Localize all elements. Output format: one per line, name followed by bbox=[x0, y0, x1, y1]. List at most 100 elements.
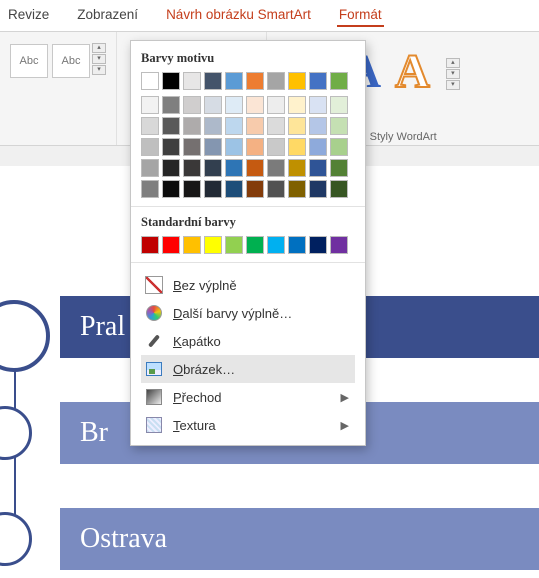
color-swatch[interactable] bbox=[246, 72, 264, 90]
color-swatch[interactable] bbox=[183, 159, 201, 177]
color-swatch[interactable] bbox=[183, 96, 201, 114]
color-swatch[interactable] bbox=[162, 159, 180, 177]
color-swatch[interactable] bbox=[330, 180, 348, 198]
color-swatch[interactable] bbox=[183, 138, 201, 156]
color-swatch[interactable] bbox=[267, 159, 285, 177]
color-swatch[interactable] bbox=[288, 117, 306, 135]
color-swatch[interactable] bbox=[246, 236, 264, 254]
color-swatch[interactable] bbox=[141, 138, 159, 156]
no-fill-icon bbox=[145, 276, 163, 294]
color-swatch[interactable] bbox=[141, 117, 159, 135]
color-swatch[interactable] bbox=[330, 72, 348, 90]
tab-revize[interactable]: Revize bbox=[6, 4, 51, 27]
color-swatch[interactable] bbox=[162, 96, 180, 114]
menu-more-fill-colors[interactable]: Další barvy výplně… bbox=[141, 299, 355, 327]
color-swatch[interactable] bbox=[288, 138, 306, 156]
tab-zobrazeni[interactable]: Zobrazení bbox=[75, 4, 140, 27]
color-swatch[interactable] bbox=[162, 180, 180, 198]
smartart-node[interactable]: Ostrava bbox=[60, 508, 539, 570]
color-swatch[interactable] bbox=[267, 72, 285, 90]
color-swatch[interactable] bbox=[141, 96, 159, 114]
color-swatch[interactable] bbox=[204, 117, 222, 135]
menu-gradient[interactable]: Přechod ▶ bbox=[141, 383, 355, 411]
wordart-preset-orange-outline[interactable]: A bbox=[395, 44, 430, 99]
color-swatch[interactable] bbox=[288, 180, 306, 198]
color-swatch[interactable] bbox=[309, 159, 327, 177]
color-swatch[interactable] bbox=[183, 180, 201, 198]
color-swatch[interactable] bbox=[141, 236, 159, 254]
color-swatch[interactable] bbox=[267, 96, 285, 114]
smartart-bullet[interactable] bbox=[0, 300, 50, 372]
menu-label: Přechod bbox=[173, 390, 221, 405]
wordart-gallery-spinner[interactable]: ▴▾▾ bbox=[446, 58, 460, 90]
color-swatch[interactable] bbox=[162, 236, 180, 254]
color-swatch[interactable] bbox=[183, 72, 201, 90]
color-swatch[interactable] bbox=[141, 159, 159, 177]
color-swatch[interactable] bbox=[162, 117, 180, 135]
color-swatch[interactable] bbox=[204, 236, 222, 254]
color-swatch[interactable] bbox=[267, 138, 285, 156]
color-swatch[interactable] bbox=[225, 138, 243, 156]
theme-colors-title: Barvy motivu bbox=[141, 51, 355, 66]
color-swatch[interactable] bbox=[309, 236, 327, 254]
color-swatch[interactable] bbox=[225, 72, 243, 90]
color-swatch[interactable] bbox=[246, 159, 264, 177]
color-swatch[interactable] bbox=[309, 138, 327, 156]
color-swatch[interactable] bbox=[141, 180, 159, 198]
color-swatch[interactable] bbox=[225, 180, 243, 198]
color-swatch[interactable] bbox=[267, 117, 285, 135]
color-swatch[interactable] bbox=[225, 117, 243, 135]
color-swatch[interactable] bbox=[225, 236, 243, 254]
color-swatch[interactable] bbox=[183, 236, 201, 254]
menu-label: Bez výplně bbox=[173, 278, 237, 293]
color-swatch[interactable] bbox=[204, 72, 222, 90]
color-swatch[interactable] bbox=[309, 117, 327, 135]
color-swatch[interactable] bbox=[246, 96, 264, 114]
menu-texture[interactable]: Textura ▶ bbox=[141, 411, 355, 439]
color-swatch[interactable] bbox=[309, 96, 327, 114]
menu-label: Obrázek… bbox=[173, 362, 235, 377]
color-swatch[interactable] bbox=[162, 72, 180, 90]
color-swatch[interactable] bbox=[246, 117, 264, 135]
color-swatch[interactable] bbox=[141, 72, 159, 90]
color-swatch[interactable] bbox=[309, 180, 327, 198]
smartart-bullet[interactable] bbox=[0, 512, 32, 566]
color-swatch[interactable] bbox=[288, 236, 306, 254]
color-swatch[interactable] bbox=[204, 138, 222, 156]
color-swatch[interactable] bbox=[288, 96, 306, 114]
color-swatch[interactable] bbox=[246, 180, 264, 198]
color-swatch[interactable] bbox=[204, 96, 222, 114]
theme-color-row bbox=[141, 72, 355, 90]
color-swatch[interactable] bbox=[162, 138, 180, 156]
color-swatch[interactable] bbox=[288, 159, 306, 177]
color-swatch[interactable] bbox=[225, 159, 243, 177]
shape-style-preset[interactable]: Abc bbox=[10, 44, 48, 78]
tab-navrh-smartart[interactable]: Návrh obrázku SmartArt bbox=[164, 4, 313, 27]
color-swatch[interactable] bbox=[330, 159, 348, 177]
color-swatch[interactable] bbox=[246, 138, 264, 156]
color-swatch[interactable] bbox=[183, 117, 201, 135]
color-swatch[interactable] bbox=[225, 96, 243, 114]
menu-label: Další barvy výplně… bbox=[173, 306, 292, 321]
color-swatch[interactable] bbox=[309, 72, 327, 90]
color-swatch[interactable] bbox=[204, 159, 222, 177]
shape-style-preset[interactable]: Abc bbox=[52, 44, 90, 78]
color-swatch[interactable] bbox=[288, 72, 306, 90]
menu-picture[interactable]: Obrázek… bbox=[141, 355, 355, 383]
shape-style-gallery[interactable]: Abc Abc bbox=[10, 44, 90, 78]
color-swatch[interactable] bbox=[267, 236, 285, 254]
gallery-spinner[interactable]: ▴▾▾ bbox=[92, 43, 106, 78]
menu-label: Kapátko bbox=[173, 334, 221, 349]
eyedropper-icon bbox=[145, 332, 163, 350]
menu-no-fill[interactable]: Bez výplně bbox=[141, 271, 355, 299]
color-swatch[interactable] bbox=[267, 180, 285, 198]
color-swatch[interactable] bbox=[330, 236, 348, 254]
smartart-bullet[interactable] bbox=[0, 406, 32, 460]
tab-format[interactable]: Formát bbox=[337, 4, 384, 27]
color-swatch[interactable] bbox=[204, 180, 222, 198]
color-swatch[interactable] bbox=[330, 117, 348, 135]
color-swatch[interactable] bbox=[330, 138, 348, 156]
color-swatch[interactable] bbox=[330, 96, 348, 114]
menu-eyedropper[interactable]: Kapátko bbox=[141, 327, 355, 355]
picture-icon bbox=[145, 360, 163, 378]
